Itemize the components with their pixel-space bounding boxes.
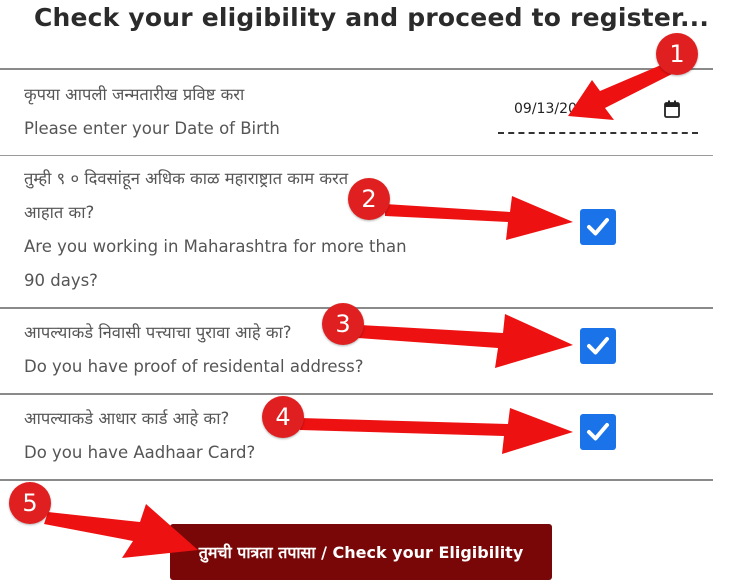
calendar-icon[interactable] <box>664 100 680 118</box>
question-aadhaar-card: आपल्याकडे आधार कार्ड आहे का? Do you have… <box>24 404 255 468</box>
question-line: Are you working in Maharashtra for more … <box>24 237 407 256</box>
check-eligibility-button[interactable]: तुमची पात्रता तपासा / Check your Eligibi… <box>170 524 552 580</box>
annotation-badge-5: 5 <box>9 482 51 524</box>
question-line: Do you have Aadhaar Card? <box>24 443 256 462</box>
question-line: आपल्याकडे आधार कार्ड आहे का? <box>24 409 230 428</box>
residential-proof-checkbox[interactable] <box>580 328 616 364</box>
page-title: Check your eligibility and proceed to re… <box>33 3 710 32</box>
annotation-badge-2: 2 <box>348 178 390 220</box>
date-value: 09/13/2020 <box>514 101 595 117</box>
divider <box>0 155 713 156</box>
working-in-maharashtra-checkbox[interactable] <box>580 209 616 245</box>
question-maharashtra-90-days: तुम्ही ९ ० दिवसांहून अधिक काळ महाराष्ट्र… <box>24 164 407 296</box>
dob-label: कृपया आपली जन्मतारीख प्रविष्ट करा Please… <box>24 80 280 144</box>
checkmark-icon <box>587 337 609 355</box>
divider <box>0 393 713 395</box>
question-line: आपल्याकडे निवासी पत्त्याचा पुरावा आहे का… <box>24 323 292 342</box>
annotation-badge-1: 1 <box>656 33 698 75</box>
divider <box>0 479 713 481</box>
aadhaar-card-checkbox[interactable] <box>580 414 616 450</box>
question-line: 90 days? <box>24 271 98 290</box>
dob-label-english: Please enter your Date of Birth <box>24 119 280 138</box>
divider <box>0 68 713 70</box>
dob-label-marathi: कृपया आपली जन्मतारीख प्रविष्ट करा <box>24 85 245 104</box>
question-line: Do you have proof of residental address? <box>24 357 364 376</box>
question-residential-proof: आपल्याकडे निवासी पत्त्याचा पुरावा आहे का… <box>24 318 363 382</box>
checkmark-icon <box>587 218 609 236</box>
date-of-birth-input[interactable]: 09/13/2020 <box>498 96 698 134</box>
checkmark-icon <box>587 423 609 441</box>
annotation-badge-4: 4 <box>262 396 304 438</box>
annotation-badge-3: 3 <box>322 303 364 345</box>
